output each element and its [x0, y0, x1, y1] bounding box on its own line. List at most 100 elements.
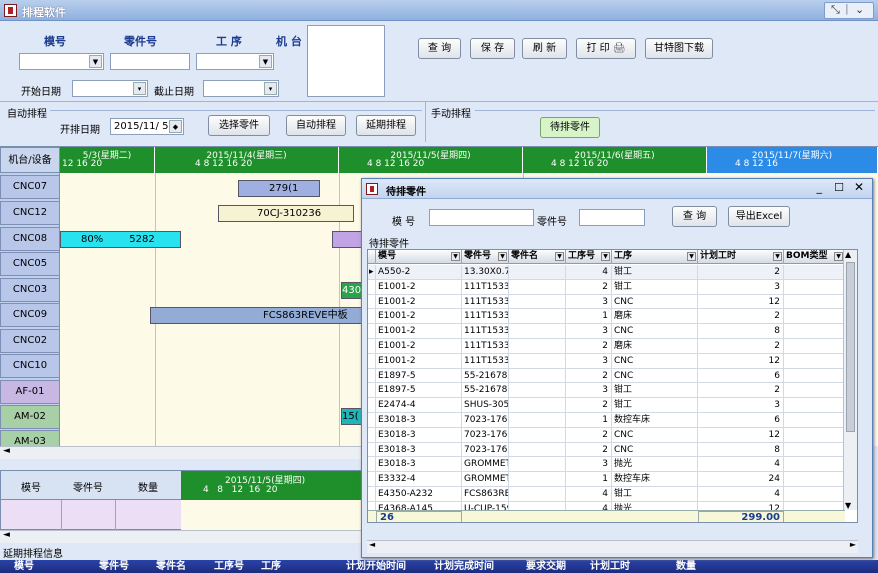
table-cell[interactable] [784, 442, 845, 458]
table-row[interactable]: E1001-2 111T1533- 2 磨床 2 [368, 339, 845, 354]
col-header[interactable]: 要求交期 [526, 560, 566, 573]
table-cell[interactable]: 8 [698, 442, 784, 458]
table-cell[interactable]: E1001-2 [376, 353, 462, 369]
gantt-bar[interactable] [332, 231, 362, 248]
table-cell[interactable] [784, 279, 845, 295]
table-cell[interactable]: SHUS-305 [462, 398, 509, 413]
table-cell[interactable]: 6 [698, 368, 784, 384]
gantt-bar[interactable]: FCS863REVE中板 [150, 307, 362, 324]
col-header[interactable]: 工序 [261, 560, 281, 573]
table-row[interactable]: E3018-3 GROMMET 3 抛光 4 [368, 457, 845, 473]
table-cell[interactable]: CNC [612, 442, 698, 458]
table-cell[interactable]: E1001-2 [376, 339, 462, 354]
print-button[interactable]: 打 印 🖨 [576, 38, 636, 59]
end-date-picker[interactable]: ▾ [203, 80, 279, 97]
table-row[interactable]: E1001-2 111T1533- 3 CNC 12 [368, 294, 845, 310]
table-cell[interactable]: 2 [698, 309, 784, 325]
table-cell[interactable]: CNC [612, 427, 698, 443]
table-cell[interactable] [509, 383, 566, 399]
table-cell[interactable]: 3 [566, 383, 612, 399]
table-cell[interactable]: 数控车床 [612, 472, 698, 487]
minimize-icon[interactable]: _ [817, 181, 823, 194]
mold-select[interactable]: ▼ [19, 53, 104, 70]
table-cell[interactable] [509, 457, 566, 473]
table-cell[interactable]: E1897-5 [376, 383, 462, 399]
table-cell[interactable] [784, 487, 845, 502]
table-cell[interactable] [784, 398, 845, 413]
table-cell[interactable]: E3018-3 [376, 457, 462, 473]
machine-row-label[interactable]: CNC03 [0, 278, 60, 302]
table-cell[interactable]: 磨床 [612, 309, 698, 325]
delay-schedule-button[interactable]: 延期排程 [356, 115, 416, 136]
table-cell[interactable]: E3018-3 [376, 442, 462, 458]
table-cell[interactable] [784, 353, 845, 369]
col-header[interactable]: 工序号 [214, 560, 244, 573]
refresh-button[interactable]: 刷 新 [522, 38, 567, 59]
table-row[interactable]: E1001-2 111T1533- 1 磨床 2 [368, 309, 845, 325]
table-cell[interactable]: 111T1533- [462, 339, 509, 354]
table-cell[interactable]: 4 [698, 487, 784, 502]
table-cell[interactable]: 3 [566, 324, 612, 339]
table-cell[interactable]: 55-216785 [462, 368, 509, 384]
table-cell[interactable]: 1 [566, 413, 612, 428]
table-cell[interactable]: CNC [612, 324, 698, 339]
table-cell[interactable] [509, 279, 566, 295]
machine-row-label[interactable]: CNC07 [0, 175, 60, 199]
gantt-bar[interactable]: 430 [341, 282, 362, 299]
col-process[interactable]: 工序 ▼ [612, 250, 698, 264]
table-cell[interactable] [509, 265, 566, 280]
table-cell[interactable] [509, 353, 566, 369]
table-cell[interactable]: 111T1533- [462, 279, 509, 295]
table-cell[interactable] [509, 472, 566, 487]
dialog-part-input[interactable] [579, 209, 645, 226]
col-mold[interactable]: 模号 ▼ [376, 250, 462, 264]
table-cell[interactable]: E3332-4 [376, 472, 462, 487]
table-cell[interactable]: 3 [566, 457, 612, 473]
table-cell[interactable]: CNC [612, 353, 698, 369]
table-cell[interactable]: 12 [698, 353, 784, 369]
process-select[interactable]: ▼ [196, 53, 274, 70]
query-button[interactable]: 查 询 [418, 38, 461, 59]
gantt-bar[interactable]: 279(1 [238, 180, 320, 197]
table-cell[interactable]: 6 [698, 413, 784, 428]
table-cell[interactable] [509, 427, 566, 443]
col-part-name[interactable]: 零件名 ▼ [509, 250, 566, 264]
col-header[interactable]: 模号 [14, 560, 34, 573]
col-planned-hours[interactable]: 计划工时 ▼ [698, 250, 784, 264]
machine-list[interactable] [307, 25, 385, 97]
table-cell[interactable]: A550-2 [376, 265, 462, 280]
table-cell[interactable] [784, 309, 845, 325]
table-cell[interactable]: 111T1533- [462, 353, 509, 369]
machine-row-label[interactable]: AF-01 [0, 380, 60, 404]
part-input[interactable] [110, 53, 190, 70]
table-cell[interactable]: 3 [698, 398, 784, 413]
dialog-h-scrollbar[interactable]: ◄ ► [367, 540, 858, 553]
save-button[interactable]: 保 存 [470, 38, 515, 59]
dialog-mold-input[interactable] [429, 209, 534, 226]
col-header[interactable]: 零件号 [99, 560, 129, 573]
machine-row-label[interactable]: CNC12 [0, 201, 60, 225]
table-cell[interactable] [509, 309, 566, 325]
table-cell[interactable]: 12 [698, 294, 784, 310]
table-cell[interactable] [509, 324, 566, 339]
table-row[interactable]: E3018-3 7023-1769 2 CNC 8 [368, 442, 845, 458]
table-cell[interactable]: 4 [566, 265, 612, 280]
table-cell[interactable]: 2 [566, 398, 612, 413]
table-cell[interactable] [509, 398, 566, 413]
machine-row-label[interactable]: CNC05 [0, 252, 60, 276]
table-cell[interactable]: 111T1533- [462, 294, 509, 310]
export-excel-button[interactable]: 导出Excel [728, 206, 790, 227]
calendar-icon[interactable]: ▾ [133, 82, 146, 95]
table-cell[interactable]: 数控车床 [612, 413, 698, 428]
table-cell[interactable]: 7023-1769 [462, 427, 509, 443]
table-cell[interactable]: GROMMET [462, 472, 509, 487]
table-cell[interactable]: 24 [698, 472, 784, 487]
table-cell[interactable]: 2 [566, 427, 612, 443]
pending-parts-button[interactable]: 待排零件 [540, 117, 600, 138]
table-row[interactable]: E1001-2 111T1533- 2 钳工 3 [368, 279, 845, 295]
close-icon[interactable]: ✕ [854, 180, 864, 194]
table-row[interactable]: E3332-4 GROMMET 1 数控车床 24 [368, 472, 845, 487]
col-header[interactable]: 计划工时 [590, 560, 630, 573]
table-cell[interactable] [784, 339, 845, 354]
chevron-down-icon[interactable]: ▼ [89, 55, 102, 68]
